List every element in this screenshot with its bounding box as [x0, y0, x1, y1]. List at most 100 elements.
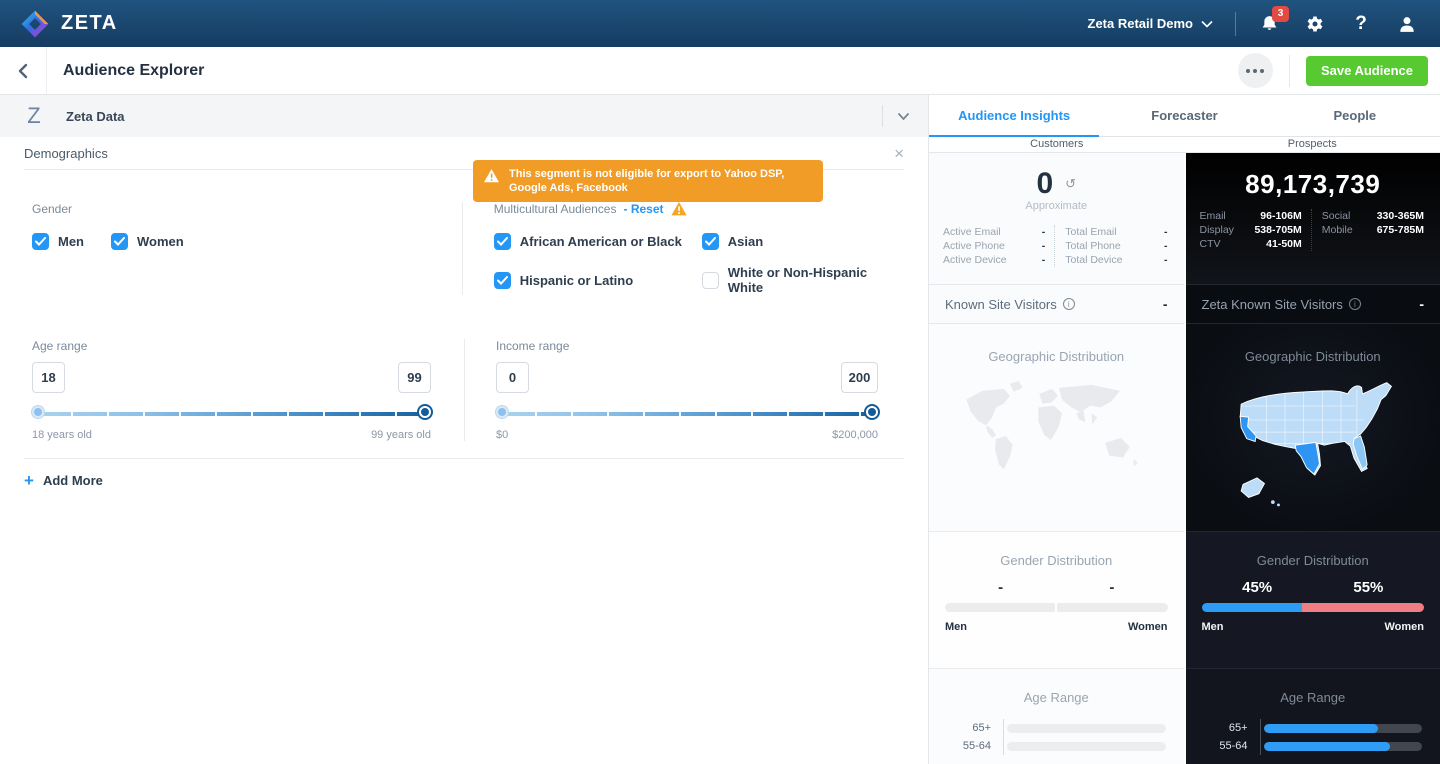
- checkbox-white-or-non-hispanic-white[interactable]: White or Non-Hispanic White: [702, 265, 904, 295]
- save-audience-button[interactable]: Save Audience: [1306, 56, 1428, 86]
- checkbox-asian[interactable]: Asian: [702, 233, 904, 250]
- age-max-input[interactable]: [398, 362, 431, 393]
- refresh-icon[interactable]: ↺: [1065, 176, 1076, 192]
- gender-dist-title: Gender Distribution: [1202, 553, 1425, 568]
- known-site-visitors-value: -: [1163, 296, 1168, 312]
- age-bar-row: 55-64: [929, 737, 1184, 755]
- reset-link[interactable]: - Reset: [623, 202, 663, 216]
- chevron-down-icon: [1201, 20, 1213, 28]
- stat-value: -: [1164, 225, 1168, 239]
- checkbox-label: Asian: [728, 234, 763, 249]
- state-alaska: [1241, 478, 1264, 498]
- slider-track: [501, 412, 873, 416]
- tab-forecaster[interactable]: Forecaster: [1099, 95, 1269, 136]
- checkbox-hispanic-or-latino[interactable]: Hispanic or Latino: [494, 265, 702, 295]
- age-range-slider[interactable]: [32, 406, 431, 422]
- age-slider-max-handle[interactable]: [419, 406, 431, 418]
- checkbox-african-american-or-black[interactable]: African American or Black: [494, 233, 702, 250]
- column-headers: Customers Prospects: [929, 137, 1440, 153]
- checkbox-box[interactable]: [494, 272, 511, 289]
- settings-button[interactable]: [1304, 13, 1326, 35]
- audience-builder-panel: Z Zeta Data Demographics × This segment …: [0, 95, 928, 764]
- gender-bar: [1202, 603, 1425, 612]
- header-divider: [1289, 55, 1290, 87]
- page-title: Audience Explorer: [63, 62, 204, 80]
- close-icon[interactable]: ×: [894, 145, 904, 162]
- geo-title: Geographic Distribution: [1186, 349, 1440, 364]
- stat-value: 330-365M: [1377, 209, 1424, 223]
- checkbox-women[interactable]: Women: [111, 233, 184, 250]
- age-min-input[interactable]: [32, 362, 65, 393]
- stat-label: Total Phone: [1065, 239, 1120, 253]
- age-bucket-label: 65+: [1186, 722, 1260, 734]
- state-florida: [1353, 436, 1367, 470]
- source-label: Zeta Data: [66, 109, 125, 124]
- help-button[interactable]: ?: [1350, 13, 1372, 35]
- checkbox-box[interactable]: [111, 233, 128, 250]
- men-percentage: 45%: [1202, 579, 1313, 596]
- income-max-input[interactable]: [841, 362, 878, 393]
- chevron-down-icon[interactable]: [897, 112, 910, 121]
- world-map: [952, 378, 1160, 496]
- page-header: Audience Explorer Save Audience: [0, 47, 1440, 95]
- zeta-known-site-visitors-row: Zeta Known Site Visitors i -: [1186, 284, 1440, 324]
- navbar-divider: [1235, 12, 1236, 36]
- income-range-slider[interactable]: [496, 406, 878, 422]
- add-more-button[interactable]: + Add More: [24, 472, 103, 489]
- age-max-caption: 99 years old: [371, 429, 431, 441]
- stat-value: 41-50M: [1266, 237, 1302, 251]
- zeta-known-site-visitors-value: -: [1419, 296, 1424, 312]
- age-bar-row: 65+: [1186, 719, 1440, 737]
- notification-badge: 3: [1272, 6, 1289, 22]
- customers-column-header: Customers: [929, 137, 1185, 153]
- stat-value: -: [1042, 225, 1046, 239]
- customers-count: 0: [1036, 167, 1053, 201]
- checkbox-box[interactable]: [494, 233, 511, 250]
- stat-label: Active Device: [943, 253, 1007, 267]
- stat-label: Social: [1322, 209, 1351, 223]
- customers-count-section: 0 ↺ Approximate Active Email- Active Pho…: [929, 153, 1184, 284]
- zeta-logo-icon: [20, 9, 50, 39]
- gender-bar: [945, 603, 1168, 612]
- customers-column: 0 ↺ Approximate Active Email- Active Pho…: [929, 153, 1184, 764]
- more-actions-button[interactable]: [1238, 53, 1273, 88]
- stat-value: 675-785M: [1377, 223, 1424, 237]
- top-navbar: ZETA Zeta Retail Demo 3 ?: [0, 0, 1440, 47]
- age-range-label: Age range: [32, 339, 431, 353]
- source-bar-divider: [882, 105, 883, 127]
- checkbox-box[interactable]: [702, 233, 719, 250]
- checkbox-label: Women: [137, 234, 184, 249]
- user-icon: [1397, 14, 1417, 34]
- tab-audience-insights[interactable]: Audience Insights: [929, 95, 1099, 136]
- chevron-left-icon: [16, 63, 30, 79]
- info-icon[interactable]: i: [1349, 298, 1361, 310]
- income-slider-min-handle[interactable]: [496, 406, 508, 418]
- gender-dist-title: Gender Distribution: [945, 553, 1168, 568]
- export-warning-banner: This segment is not eligible for export …: [473, 160, 823, 202]
- age-bar-row: 65+: [929, 719, 1184, 737]
- age-slider-min-handle[interactable]: [32, 406, 44, 418]
- checkbox-box[interactable]: [32, 233, 49, 250]
- income-min-input[interactable]: [496, 362, 529, 393]
- women-label: Women: [1384, 621, 1424, 633]
- profile-button[interactable]: [1396, 13, 1418, 35]
- customers-age-section: Age Range 65+ 55-64: [929, 668, 1184, 764]
- tab-people[interactable]: People: [1270, 95, 1440, 136]
- notifications-button[interactable]: 3: [1258, 13, 1280, 35]
- back-button[interactable]: [0, 47, 47, 94]
- info-icon[interactable]: i: [1063, 298, 1075, 310]
- warning-icon: [671, 202, 687, 216]
- age-bucket-label: 55-64: [1186, 740, 1260, 752]
- account-switcher[interactable]: Zeta Retail Demo: [1088, 16, 1213, 31]
- known-site-visitors-label: Known Site Visitors: [945, 297, 1057, 312]
- checkbox-box[interactable]: [702, 272, 719, 289]
- zeta-data-source-bar[interactable]: Z Zeta Data: [0, 95, 928, 137]
- demographics-title: Demographics: [24, 146, 108, 161]
- checkbox-men[interactable]: Men: [32, 233, 84, 250]
- gender-label: Gender: [32, 202, 462, 216]
- stat-value: -: [1042, 253, 1046, 267]
- age-bar-row: 55-64: [1186, 737, 1440, 755]
- women-value: -: [1056, 579, 1167, 596]
- income-min-caption: $0: [496, 429, 508, 441]
- income-slider-max-handle[interactable]: [866, 406, 878, 418]
